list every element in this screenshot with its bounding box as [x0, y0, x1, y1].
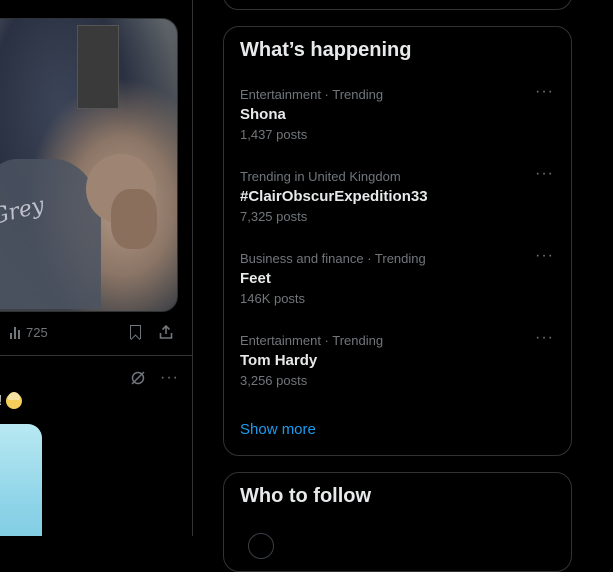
post-divider — [0, 355, 192, 356]
more-icon[interactable]: ··· — [535, 247, 554, 265]
trend-item[interactable]: Business and finance · Trending Feet 146… — [240, 247, 558, 321]
views-count: 725 — [26, 325, 48, 340]
trend-name: #ClairObscurExpedition33 — [240, 188, 428, 205]
trend-name: Tom Hardy — [240, 352, 318, 369]
trend-item[interactable]: Trending in United Kingdom #ClairObscurE… — [240, 165, 558, 239]
post-media[interactable]: Grey — [0, 18, 178, 312]
trend-count: 146K posts — [240, 291, 306, 306]
hide-icon[interactable] — [130, 370, 146, 386]
trend-item[interactable]: Entertainment · Trending Shona 1,437 pos… — [240, 83, 558, 157]
more-icon[interactable]: ··· — [535, 83, 554, 101]
trend-name: Shona — [240, 106, 286, 123]
analytics-icon — [10, 326, 20, 339]
who-to-follow-title: Who to follow — [240, 485, 372, 507]
post-media-2[interactable] — [0, 424, 42, 536]
post-text: ! — [0, 391, 23, 409]
trend-count: 3,256 posts — [240, 373, 308, 388]
trends-title: What’s happening — [240, 39, 412, 61]
more-icon[interactable]: ··· — [160, 370, 179, 386]
trend-item[interactable]: Entertainment · Trending Tom Hardy 3,256… — [240, 329, 558, 403]
trend-count: 1,437 posts — [240, 127, 308, 142]
post-tools: ··· — [130, 370, 179, 386]
trend-meta: Entertainment · Trending — [240, 333, 384, 348]
who-to-follow-card: Who to follow — [223, 472, 572, 572]
post-text-content: ! — [0, 392, 2, 409]
media-hand — [111, 189, 157, 249]
trend-meta: Trending in United Kingdom — [240, 169, 401, 184]
post-actions: 725 — [0, 322, 192, 344]
media-wall-panel — [77, 25, 119, 109]
timeline-column: Grey 725 ··· ! — [0, 0, 193, 536]
emoji-icon — [6, 391, 23, 409]
trend-meta: Business and finance · Trending — [240, 251, 426, 266]
sidebar-card-top — [223, 0, 572, 10]
show-more-link[interactable]: Show more — [240, 421, 316, 438]
more-icon[interactable]: ··· — [535, 165, 554, 183]
share-icon[interactable] — [158, 324, 174, 340]
views-button[interactable]: 725 — [10, 325, 48, 340]
trend-name: Feet — [240, 270, 271, 287]
avatar[interactable] — [248, 533, 274, 559]
trends-card: What’s happening Entertainment · Trendin… — [223, 26, 572, 456]
trend-count: 7,325 posts — [240, 209, 308, 224]
more-icon[interactable]: ··· — [535, 329, 554, 347]
bookmark-icon[interactable] — [130, 325, 141, 339]
trend-meta: Entertainment · Trending — [240, 87, 384, 102]
